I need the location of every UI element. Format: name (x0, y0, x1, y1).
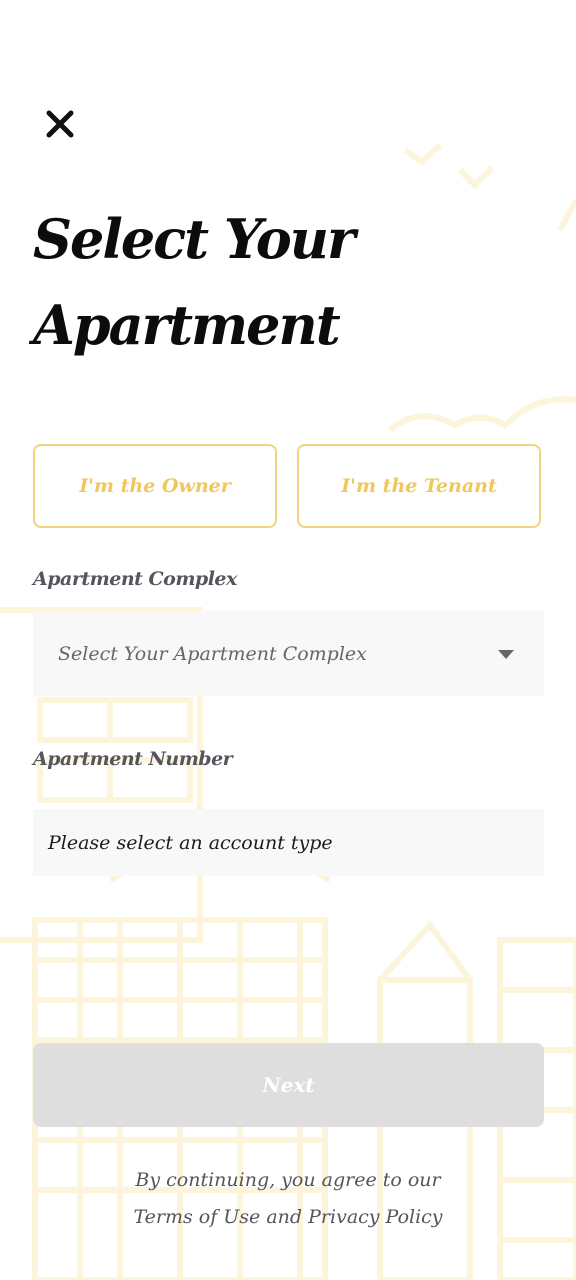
page-title-line-2: Apartment (33, 293, 341, 357)
terms-of-use-link[interactable]: Terms of Use (133, 1206, 260, 1228)
apartment-number-label: Apartment Number (33, 748, 233, 770)
page-title-line-1: Select Your (33, 207, 355, 271)
tenant-role-label: I'm the Tenant (341, 475, 497, 497)
apartment-number-value: Please select an account type (48, 831, 333, 854)
next-button-label: Next (262, 1073, 315, 1097)
terms-notice-line-2: Terms of Use and Privacy Policy (0, 1199, 576, 1236)
next-button[interactable]: Next (33, 1043, 544, 1127)
terms-notice: By continuing, you agree to our Terms of… (0, 1162, 576, 1236)
owner-role-label: I'm the Owner (79, 475, 231, 497)
tenant-role-button[interactable]: I'm the Tenant (297, 444, 541, 528)
page-title: Select Your Apartment (33, 196, 453, 368)
apartment-complex-select[interactable]: Select Your Apartment Complex (33, 611, 544, 696)
apartment-complex-label: Apartment Complex (33, 568, 237, 590)
close-icon (46, 110, 74, 138)
close-button[interactable] (40, 104, 80, 144)
apartment-number-field[interactable]: Please select an account type (33, 809, 544, 876)
terms-and-text: and (266, 1206, 303, 1228)
terms-notice-line-1: By continuing, you agree to our (135, 1169, 441, 1191)
privacy-policy-link[interactable]: Privacy Policy (308, 1206, 442, 1228)
apartment-complex-placeholder: Select Your Apartment Complex (58, 642, 367, 665)
caret-down-icon (498, 650, 514, 659)
owner-role-button[interactable]: I'm the Owner (33, 444, 277, 528)
